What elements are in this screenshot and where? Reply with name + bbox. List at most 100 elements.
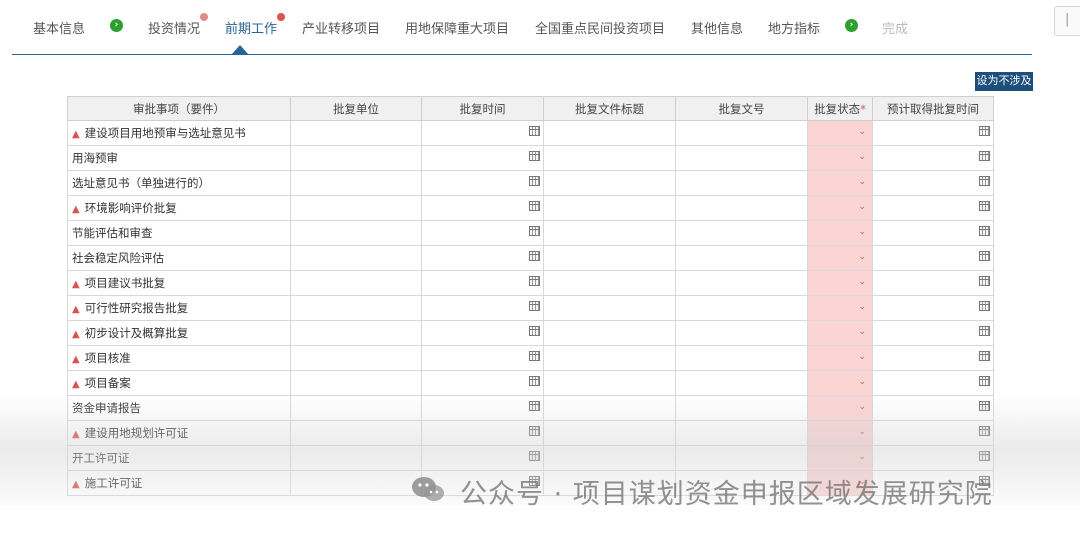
doc-number-cell[interactable]: [675, 445, 808, 471]
expected-date-cell[interactable]: [872, 145, 994, 171]
status-select[interactable]: ⌄: [807, 245, 873, 271]
chevron-down-icon[interactable]: ⌄: [858, 403, 866, 412]
approval-date-cell[interactable]: [421, 145, 544, 171]
status-select[interactable]: ⌄: [807, 370, 873, 396]
doc-title-cell[interactable]: [543, 245, 676, 271]
doc-number-cell[interactable]: [675, 145, 808, 171]
calendar-icon[interactable]: [529, 451, 540, 461]
doc-number-cell[interactable]: [675, 120, 808, 146]
chevron-down-icon[interactable]: ⌄: [858, 453, 866, 462]
doc-number-cell[interactable]: [675, 420, 808, 446]
calendar-icon[interactable]: [529, 201, 540, 211]
calendar-icon[interactable]: [979, 351, 990, 361]
unit-cell[interactable]: [290, 295, 422, 321]
doc-number-cell[interactable]: [675, 320, 808, 346]
expected-date-cell[interactable]: [872, 220, 994, 246]
calendar-icon[interactable]: [529, 276, 540, 286]
calendar-icon[interactable]: [529, 476, 540, 486]
calendar-icon[interactable]: [529, 301, 540, 311]
status-select[interactable]: ⌄: [807, 445, 873, 471]
calendar-icon[interactable]: [979, 201, 990, 211]
chevron-down-icon[interactable]: ⌄: [858, 378, 866, 387]
approval-date-cell[interactable]: [421, 270, 544, 296]
set-not-applicable-button[interactable]: 设为不涉及: [975, 72, 1033, 91]
side-panel-toggle[interactable]: |: [1054, 6, 1080, 36]
approval-date-cell[interactable]: [421, 120, 544, 146]
unit-cell[interactable]: [290, 195, 422, 221]
doc-number-cell[interactable]: [675, 395, 808, 421]
approval-date-cell[interactable]: [421, 195, 544, 221]
calendar-icon[interactable]: [529, 176, 540, 186]
calendar-icon[interactable]: [529, 326, 540, 336]
tab-basic-info[interactable]: 基本信息: [33, 18, 85, 37]
status-select[interactable]: ⌄: [807, 295, 873, 321]
doc-number-cell[interactable]: [675, 195, 808, 221]
status-select[interactable]: ⌄: [807, 195, 873, 221]
unit-cell[interactable]: [290, 445, 422, 471]
doc-title-cell[interactable]: [543, 220, 676, 246]
chevron-down-icon[interactable]: ⌄: [858, 478, 866, 487]
calendar-icon[interactable]: [979, 376, 990, 386]
doc-title-cell[interactable]: [543, 395, 676, 421]
calendar-icon[interactable]: [529, 401, 540, 411]
approval-date-cell[interactable]: [421, 445, 544, 471]
expected-date-cell[interactable]: [872, 395, 994, 421]
tab-other-info[interactable]: 其他信息: [691, 18, 743, 37]
calendar-icon[interactable]: [529, 251, 540, 261]
doc-title-cell[interactable]: [543, 270, 676, 296]
expected-date-cell[interactable]: [872, 445, 994, 471]
expected-date-cell[interactable]: [872, 345, 994, 371]
calendar-icon[interactable]: [529, 351, 540, 361]
unit-cell[interactable]: [290, 170, 422, 196]
doc-number-cell[interactable]: [675, 470, 808, 496]
expected-date-cell[interactable]: [872, 420, 994, 446]
calendar-icon[interactable]: [979, 476, 990, 486]
doc-title-cell[interactable]: [543, 320, 676, 346]
approval-date-cell[interactable]: [421, 245, 544, 271]
unit-cell[interactable]: [290, 420, 422, 446]
tab-land-guarantee[interactable]: 用地保障重大项目: [405, 18, 509, 37]
doc-title-cell[interactable]: [543, 170, 676, 196]
doc-title-cell[interactable]: [543, 295, 676, 321]
approval-date-cell[interactable]: [421, 395, 544, 421]
unit-cell[interactable]: [290, 120, 422, 146]
unit-cell[interactable]: [290, 270, 422, 296]
chevron-down-icon[interactable]: ⌄: [858, 428, 866, 437]
expected-date-cell[interactable]: [872, 195, 994, 221]
status-select[interactable]: ⌄: [807, 345, 873, 371]
calendar-icon[interactable]: [529, 426, 540, 436]
unit-cell[interactable]: [290, 320, 422, 346]
calendar-icon[interactable]: [979, 326, 990, 336]
doc-number-cell[interactable]: [675, 170, 808, 196]
approval-date-cell[interactable]: [421, 345, 544, 371]
approval-date-cell[interactable]: [421, 370, 544, 396]
expected-date-cell[interactable]: [872, 270, 994, 296]
expected-date-cell[interactable]: [872, 120, 994, 146]
doc-title-cell[interactable]: [543, 420, 676, 446]
doc-number-cell[interactable]: [675, 295, 808, 321]
unit-cell[interactable]: [290, 145, 422, 171]
status-select[interactable]: ⌄: [807, 120, 873, 146]
tab-local-indicators[interactable]: 地方指标: [768, 18, 820, 37]
status-select[interactable]: ⌄: [807, 170, 873, 196]
calendar-icon[interactable]: [529, 126, 540, 136]
calendar-icon[interactable]: [979, 176, 990, 186]
unit-cell[interactable]: [290, 395, 422, 421]
doc-title-cell[interactable]: [543, 345, 676, 371]
unit-cell[interactable]: [290, 220, 422, 246]
calendar-icon[interactable]: [979, 151, 990, 161]
doc-title-cell[interactable]: [543, 370, 676, 396]
chevron-down-icon[interactable]: ⌄: [858, 253, 866, 262]
doc-title-cell[interactable]: [543, 470, 676, 496]
calendar-icon[interactable]: [979, 276, 990, 286]
doc-title-cell[interactable]: [543, 120, 676, 146]
unit-cell[interactable]: [290, 470, 422, 496]
chevron-down-icon[interactable]: ⌄: [858, 353, 866, 362]
calendar-icon[interactable]: [529, 376, 540, 386]
doc-title-cell[interactable]: [543, 445, 676, 471]
calendar-icon[interactable]: [979, 126, 990, 136]
unit-cell[interactable]: [290, 345, 422, 371]
calendar-icon[interactable]: [979, 426, 990, 436]
approval-date-cell[interactable]: [421, 220, 544, 246]
unit-cell[interactable]: [290, 370, 422, 396]
